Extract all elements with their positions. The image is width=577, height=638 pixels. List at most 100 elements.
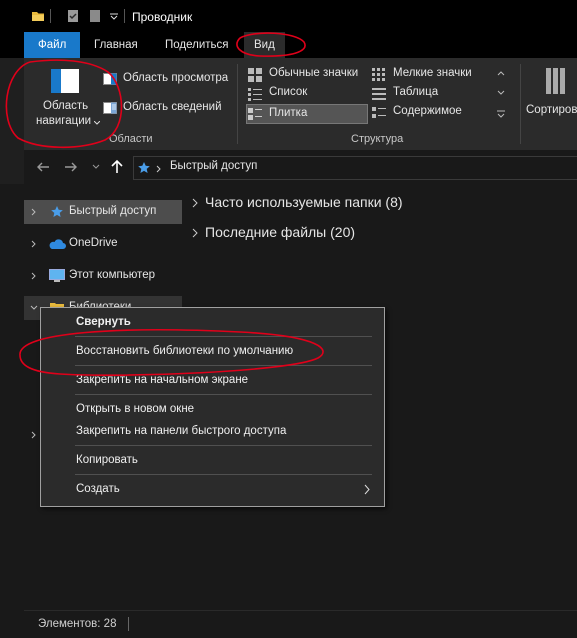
chevron-right-icon[interactable] [192, 198, 198, 208]
layout-gallery-scroll[interactable] [494, 68, 508, 124]
tab-view[interactable]: Вид [244, 32, 285, 58]
menu-item-restore-libraries[interactable]: Восстановить библиотеки по умолчанию [42, 341, 383, 363]
menu-item-pin-quick-access[interactable]: Закрепить на панели быстрого доступа [42, 421, 383, 443]
nav-item-label: Этот компьютер [69, 269, 155, 281]
group-header: Последние файлы (20) [205, 224, 356, 240]
nav-item-onedrive[interactable]: OneDrive [24, 232, 182, 256]
layout-tiles[interactable]: Плитка [246, 104, 368, 124]
layout-list[interactable]: Список [246, 85, 366, 103]
title-bar: Проводник [0, 0, 577, 32]
chevron-down-icon[interactable] [110, 12, 118, 20]
chevron-right-icon[interactable] [192, 228, 198, 238]
tiles-icon [248, 108, 262, 120]
preview-pane-button[interactable]: Область просмотра [103, 70, 233, 88]
menu-item-new[interactable]: Создать [42, 479, 383, 501]
small-icons-label: Мелкие значки [393, 67, 472, 79]
chevron-up-icon[interactable] [497, 70, 505, 76]
up-arrow-icon[interactable] [110, 159, 124, 174]
menu-separator [75, 474, 372, 475]
layout-table[interactable]: Таблица [370, 85, 490, 103]
chevron-down-icon [94, 121, 100, 125]
chevron-right-icon [364, 484, 370, 495]
details-pane-button[interactable]: Область сведений [103, 99, 233, 117]
navigation-pane-icon [51, 69, 79, 93]
chevron-down-icon[interactable] [30, 305, 38, 311]
chevron-right-icon[interactable] [31, 431, 37, 439]
more-icon[interactable] [497, 110, 505, 118]
nav-item-quick-access[interactable]: Быстрый доступ [24, 200, 182, 224]
computer-icon [49, 269, 65, 282]
content-icon [372, 107, 386, 118]
large-icons-icon [248, 68, 262, 82]
window-title: Проводник [132, 10, 193, 24]
folder-icon [32, 12, 44, 21]
sort-button[interactable]: Сортиров [526, 64, 577, 128]
tab-file[interactable]: Файл [24, 32, 81, 58]
list-icon [248, 88, 262, 101]
nav-item-label: Быстрый доступ [69, 205, 157, 217]
star-icon [138, 162, 150, 173]
table-label: Таблица [393, 86, 439, 98]
tiles-label: Плитка [269, 107, 308, 119]
sort-label: Сортиров [526, 104, 577, 116]
nav-item-this-pc[interactable]: Этот компьютер [24, 264, 182, 288]
context-menu: Свернуть Восстановить библиотеки по умол… [40, 307, 385, 507]
areas-group-label: Области [109, 133, 153, 145]
address-bar[interactable]: Быстрый доступ [133, 156, 577, 180]
divider [237, 64, 238, 144]
address-path: Быстрый доступ [170, 160, 258, 172]
details-pane-label: Область сведений [123, 101, 222, 113]
group-recent-files[interactable]: Последние файлы (20) [190, 222, 570, 244]
menu-separator [75, 445, 372, 446]
preview-pane-label: Область просмотра [123, 72, 229, 84]
structure-group-label: Структура [351, 133, 404, 145]
menu-separator [75, 336, 372, 337]
preview-pane-icon [103, 73, 117, 85]
menu-item-pin-to-start[interactable]: Закрепить на начальном экране [42, 370, 383, 392]
tab-home[interactable]: Главная [84, 32, 148, 58]
sort-icon [546, 68, 565, 94]
menu-item-open-new-window[interactable]: Открыть в новом окне [42, 399, 383, 421]
navigation-pane-label-1: Область [43, 100, 89, 112]
group-frequent-folders[interactable]: Часто используемые папки (8) [190, 192, 570, 214]
items-count: Элементов: 28 [38, 618, 117, 630]
tab-share[interactable]: Поделиться [155, 32, 239, 58]
recent-locations-chevron-icon[interactable] [92, 164, 100, 170]
new-folder-icon[interactable] [88, 9, 102, 23]
layout-small-icons[interactable]: Мелкие значки [370, 66, 490, 84]
address-row: Быстрый доступ [0, 150, 577, 184]
menu-item-collapse[interactable]: Свернуть [42, 312, 383, 334]
large-icons-label: Обычные значки [269, 67, 359, 79]
menu-item-copy[interactable]: Копировать [42, 450, 383, 472]
menu-separator [75, 394, 372, 395]
chevron-right-icon[interactable] [31, 272, 37, 280]
chevron-right-icon[interactable] [156, 165, 162, 173]
navigation-pane-button[interactable]: Область навигации [36, 64, 102, 132]
star-icon [51, 206, 63, 217]
divider [520, 64, 521, 144]
cloud-icon [49, 239, 66, 249]
details-pane-icon [103, 102, 117, 114]
chevron-right-icon[interactable] [31, 240, 37, 248]
ribbon: Область навигации Область просмотра Обла… [0, 58, 577, 150]
divider [50, 9, 51, 23]
properties-icon[interactable] [66, 9, 80, 23]
menu-separator [75, 365, 372, 366]
ribbon-tabs: Файл Главная Поделиться Вид [0, 32, 577, 58]
layout-content[interactable]: Содержимое [370, 104, 490, 122]
status-bar: Элементов: 28 [24, 610, 577, 638]
left-strip [0, 184, 24, 637]
back-arrow-icon[interactable] [36, 160, 50, 174]
group-header: Часто используемые папки (8) [205, 194, 403, 210]
list-label: Список [269, 86, 308, 98]
nav-item-label: OneDrive [69, 237, 118, 249]
forward-arrow-icon[interactable] [64, 160, 78, 174]
content-label: Содержимое [393, 105, 462, 117]
divider [128, 617, 129, 631]
divider [124, 9, 125, 23]
chevron-right-icon[interactable] [31, 208, 37, 216]
chevron-down-icon[interactable] [497, 90, 505, 96]
layout-large-icons[interactable]: Обычные значки [246, 66, 366, 84]
small-icons-icon [372, 68, 385, 81]
navigation-pane-label-2: навигации [36, 115, 92, 127]
